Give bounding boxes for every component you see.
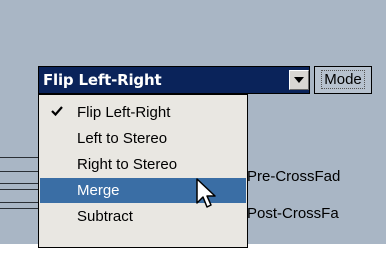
divider-line [0,157,40,158]
menu-item-flip-left-right[interactable]: Flip Left-Right [40,100,246,125]
divider-line [0,171,40,172]
menu-item-right-to-stereo[interactable]: Right to Stereo [40,152,246,177]
dropdown-toggle-button[interactable] [289,70,309,90]
menu-item-label: Flip Left-Right [77,104,171,121]
divider-line [0,183,40,184]
divider-line [0,189,40,190]
checkmark-icon [51,106,63,117]
menu-item-label: Left to Stereo [77,130,168,147]
menu-item-label: Right to Stereo [77,156,178,173]
mode-button[interactable]: Mode [314,66,372,94]
mode-dropdown[interactable]: Flip Left-Right [38,66,310,94]
menu-item-label: Subtract [77,208,133,225]
menu-item-left-to-stereo[interactable]: Left to Stereo [40,126,246,151]
post-crossfade-label: Post-CrossFa [247,205,339,222]
mode-dropdown-menu: Flip Left-Right Left to Stereo Right to … [38,94,248,248]
mode-dropdown-value: Flip Left-Right [43,71,162,89]
chevron-down-icon [294,77,304,83]
divider-line [0,202,40,203]
menu-item-label: Merge [77,182,120,199]
divider-line [0,208,40,209]
mode-button-label: Mode [321,70,365,89]
mouse-pointer-icon [196,178,216,208]
pre-crossfade-label: Pre-CrossFad [247,168,341,185]
